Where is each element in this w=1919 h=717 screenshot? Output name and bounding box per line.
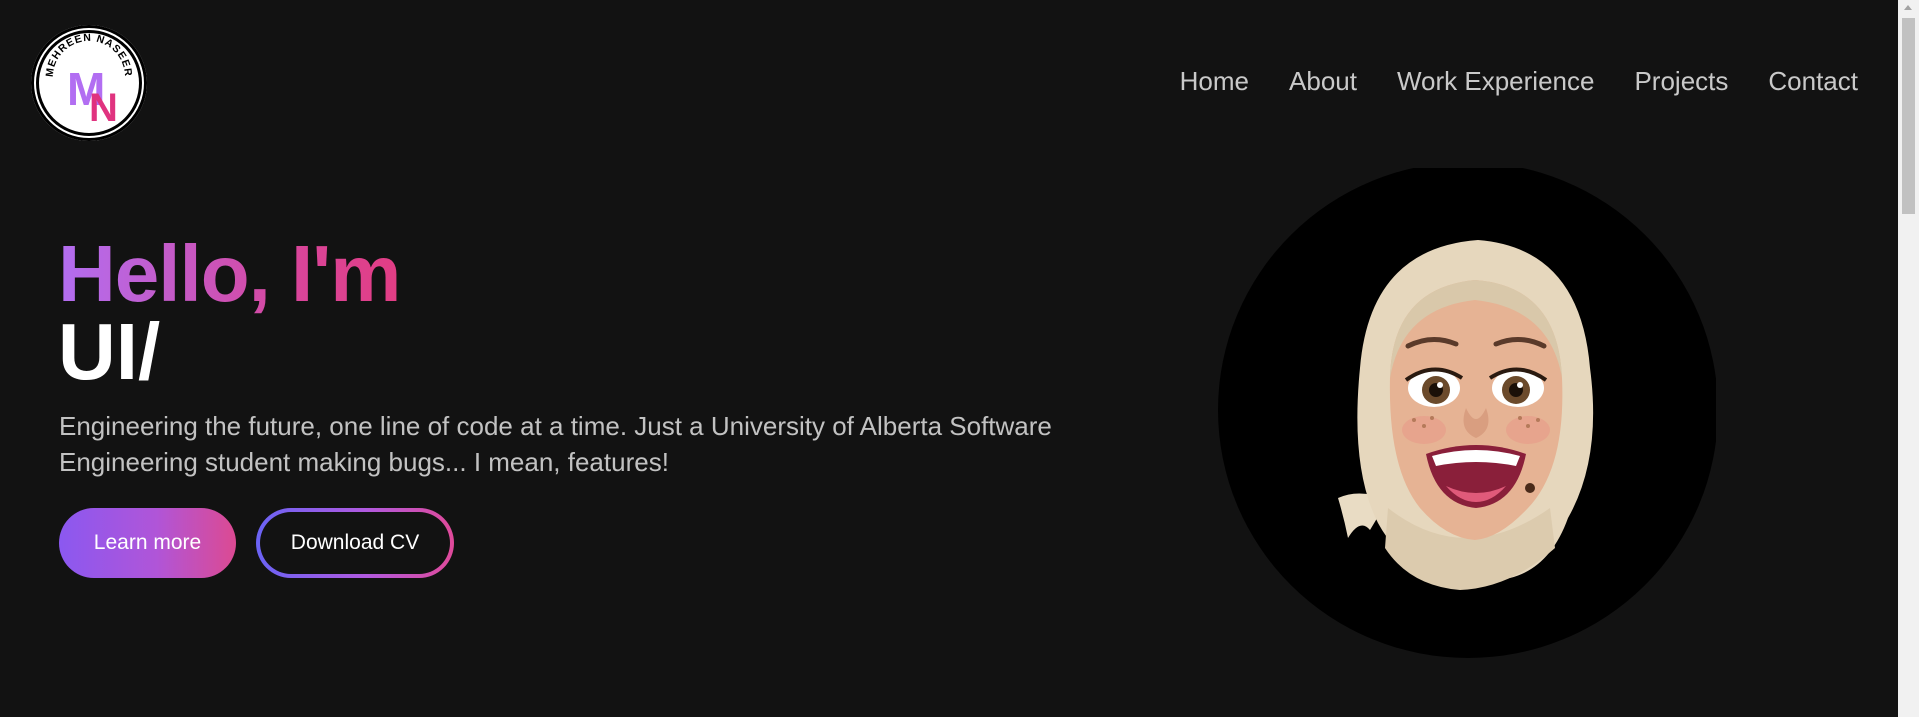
nav-link-work-experience[interactable]: Work Experience xyxy=(1397,66,1595,97)
learn-more-button[interactable]: Learn more xyxy=(59,508,236,578)
logo-badge[interactable]: MEHREEN NASEER M N xyxy=(31,25,147,141)
nav-link-projects[interactable]: Projects xyxy=(1634,66,1728,97)
scroll-up-arrow-icon[interactable] xyxy=(1904,5,1912,10)
nav-link-home[interactable]: Home xyxy=(1180,66,1249,97)
hero-description: Engineering the future, one line of code… xyxy=(59,411,1052,477)
memoji-avatar-icon xyxy=(1338,240,1594,590)
download-cv-button[interactable]: Download CV xyxy=(256,508,454,578)
nav-link-about[interactable]: About xyxy=(1289,66,1357,97)
hero-role-typewriter: UI/ xyxy=(58,307,161,396)
main-nav: Home About Work Experience Projects Cont… xyxy=(1180,66,1858,97)
scroll-thumb[interactable] xyxy=(1902,18,1915,214)
download-cv-label: Download CV xyxy=(260,512,450,574)
logo-mark-icon: MEHREEN NASEER M N xyxy=(44,32,133,130)
logo-letter-n: N xyxy=(89,86,118,130)
hero-greeting: Hello, I'm xyxy=(58,229,401,318)
page-scrollbar[interactable] xyxy=(1898,0,1919,717)
nav-link-contact[interactable]: Contact xyxy=(1768,66,1858,97)
page: MEHREEN NASEER M N Home About Work Exper… xyxy=(0,0,1919,717)
avatar xyxy=(1210,168,1716,670)
